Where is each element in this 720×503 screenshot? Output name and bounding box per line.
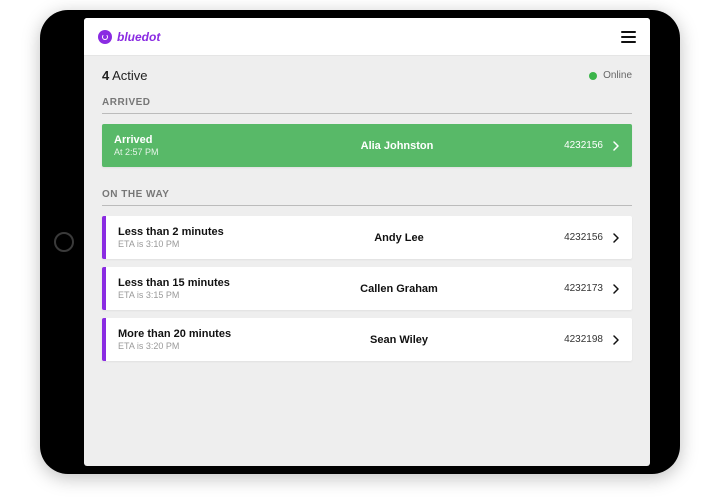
ontheway-row-name: Andy Lee (268, 232, 530, 244)
arrived-row-id: 4232156 (564, 140, 603, 151)
arrived-row[interactable]: Arrived At 2:57 PM Alia Johnston 4232156 (102, 124, 632, 167)
ontheway-row[interactable]: Less than 15 minutes ETA is 3:15 PM Call… (102, 267, 632, 310)
chevron-right-icon (613, 233, 620, 243)
top-bar: bluedot (84, 18, 650, 56)
ontheway-row[interactable]: More than 20 minutes ETA is 3:20 PM Sean… (102, 318, 632, 361)
ontheway-status-line1: Less than 2 minutes (118, 226, 268, 238)
ontheway-status-line1: More than 20 minutes (118, 328, 268, 340)
brand[interactable]: bluedot (98, 30, 160, 44)
arrived-row-status: Arrived At 2:57 PM (114, 134, 264, 157)
chevron-right-icon (613, 284, 620, 294)
ontheway-row-id: 4232156 (564, 232, 603, 243)
ontheway-row-id: 4232173 (564, 283, 603, 294)
content-area: 4 Active Online ARRIVED Arrived At 2:57 … (84, 56, 650, 466)
online-label: Online (603, 70, 632, 81)
section-arrived-title: ARRIVED (102, 97, 632, 114)
arrived-status-line1: Arrived (114, 134, 264, 146)
tablet-frame: bluedot 4 Active Online ARRIVED Ar (40, 10, 680, 474)
status-row: 4 Active Online (102, 68, 632, 83)
ontheway-row-id: 4232198 (564, 334, 603, 345)
active-count-number: 4 (102, 68, 109, 83)
ontheway-status-line2: ETA is 3:15 PM (118, 290, 268, 300)
ontheway-row[interactable]: Less than 2 minutes ETA is 3:10 PM Andy … (102, 216, 632, 259)
ontheway-row-status: Less than 2 minutes ETA is 3:10 PM (118, 226, 268, 249)
ontheway-status-line2: ETA is 3:10 PM (118, 239, 268, 249)
ontheway-row-status: Less than 15 minutes ETA is 3:15 PM (118, 277, 268, 300)
arrived-row-right: 4232156 (530, 140, 620, 151)
arrived-row-name: Alia Johnston (264, 140, 530, 152)
menu-icon[interactable] (621, 31, 636, 43)
home-button[interactable] (54, 232, 74, 252)
app-screen: bluedot 4 Active Online ARRIVED Ar (84, 18, 650, 466)
arrived-status-line2: At 2:57 PM (114, 147, 264, 157)
ontheway-row-name: Callen Graham (268, 283, 530, 295)
brand-name: bluedot (117, 30, 160, 44)
chevron-right-icon (613, 335, 620, 345)
ontheway-row-status: More than 20 minutes ETA is 3:20 PM (118, 328, 268, 351)
ontheway-row-right: 4232198 (530, 334, 620, 345)
ontheway-status-line2: ETA is 3:20 PM (118, 341, 268, 351)
ontheway-row-name: Sean Wiley (268, 334, 530, 346)
active-count: 4 Active (102, 68, 148, 83)
brand-logo-icon (98, 30, 112, 44)
ontheway-row-right: 4232156 (530, 232, 620, 243)
ontheway-row-right: 4232173 (530, 283, 620, 294)
ontheway-status-line1: Less than 15 minutes (118, 277, 268, 289)
active-count-label: Active (112, 68, 147, 83)
chevron-right-icon (613, 141, 620, 151)
online-dot-icon (589, 72, 597, 80)
section-ontheway-title: ON THE WAY (102, 189, 632, 206)
online-status: Online (589, 70, 632, 81)
